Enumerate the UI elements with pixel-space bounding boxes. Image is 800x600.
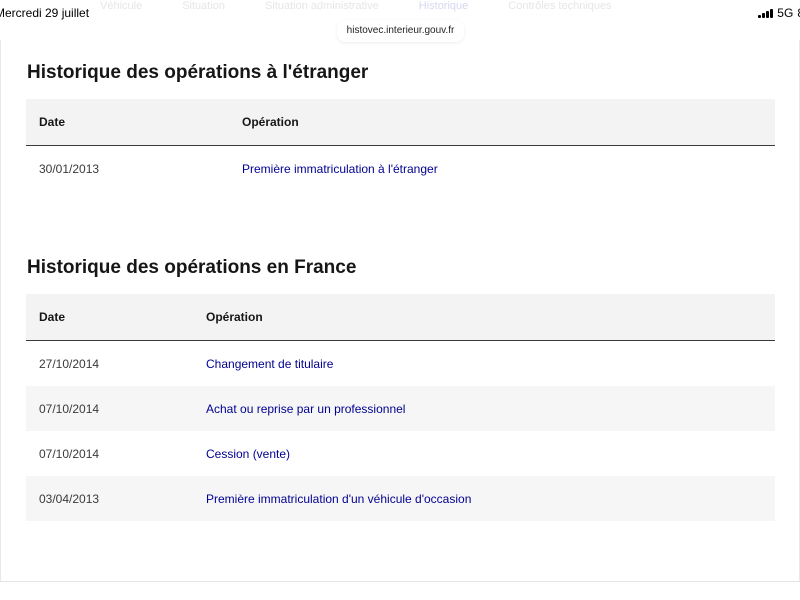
ghost-tab-vehicule[interactable]: Véhicule — [100, 0, 142, 20]
row-date: 07/10/2014 — [39, 447, 100, 461]
france-history-table: Date Opération 27/10/2014 Changement de … — [26, 294, 775, 521]
row-date: 03/04/2013 — [39, 492, 100, 506]
table-row: 03/04/2013 Première immatriculation d'un… — [26, 476, 775, 521]
header-operation: Opération — [206, 310, 263, 324]
row-operation: Changement de titulaire — [206, 357, 334, 371]
signal-strength-icon — [758, 8, 774, 18]
content-frame: Historique des opérations à l'étranger D… — [0, 40, 800, 582]
row-operation: Première immatriculation d'un véhicule d… — [206, 492, 472, 506]
row-date: 30/01/2013 — [39, 162, 100, 176]
ghost-tab-situation-admin[interactable]: Situation administrative — [265, 0, 379, 20]
table-row: 27/10/2014 Changement de titulaire — [26, 341, 775, 386]
table-header: Date Opération — [26, 99, 775, 146]
france-history-title: Historique des opérations en France — [27, 257, 357, 278]
background-tab-nav: Véhicule Situation Situation administrat… — [100, 0, 612, 20]
table-body: 30/01/2013 Première immatriculation à l'… — [26, 146, 775, 191]
table-row: 07/10/2014 Cession (vente) — [26, 431, 775, 476]
row-operation: Première immatriculation à l'étranger — [242, 162, 438, 176]
status-indicators: 5G 8 — [758, 6, 800, 20]
header-date: Date — [39, 310, 66, 324]
ghost-tab-controles[interactable]: Contrôles techniques — [508, 0, 611, 20]
row-operation: Achat ou reprise par un professionnel — [206, 402, 406, 416]
table-row: 07/10/2014 Achat ou reprise par un profe… — [26, 386, 775, 431]
table-header: Date Opération — [26, 294, 775, 341]
network-type: 5G — [777, 6, 794, 20]
ghost-tab-situation[interactable]: Situation — [182, 0, 225, 20]
row-date: 27/10/2014 — [39, 357, 100, 371]
foreign-history-title: Historique des opérations à l'étranger — [27, 62, 369, 83]
header-operation: Opération — [242, 115, 299, 129]
ghost-tab-historique[interactable]: Historique — [419, 0, 469, 20]
row-operation: Cession (vente) — [206, 447, 291, 461]
header-date: Date — [39, 115, 66, 129]
table-row: 30/01/2013 Première immatriculation à l'… — [26, 146, 775, 191]
status-time: Mercredi 29 juillet — [0, 6, 90, 20]
row-date: 07/10/2014 — [39, 402, 100, 416]
table-body: 27/10/2014 Changement de titulaire 07/10… — [26, 341, 775, 521]
url-bar[interactable]: histovec.interieur.gouv.fr — [337, 20, 464, 42]
foreign-history-table: Date Opération 30/01/2013 Première immat… — [26, 99, 775, 191]
